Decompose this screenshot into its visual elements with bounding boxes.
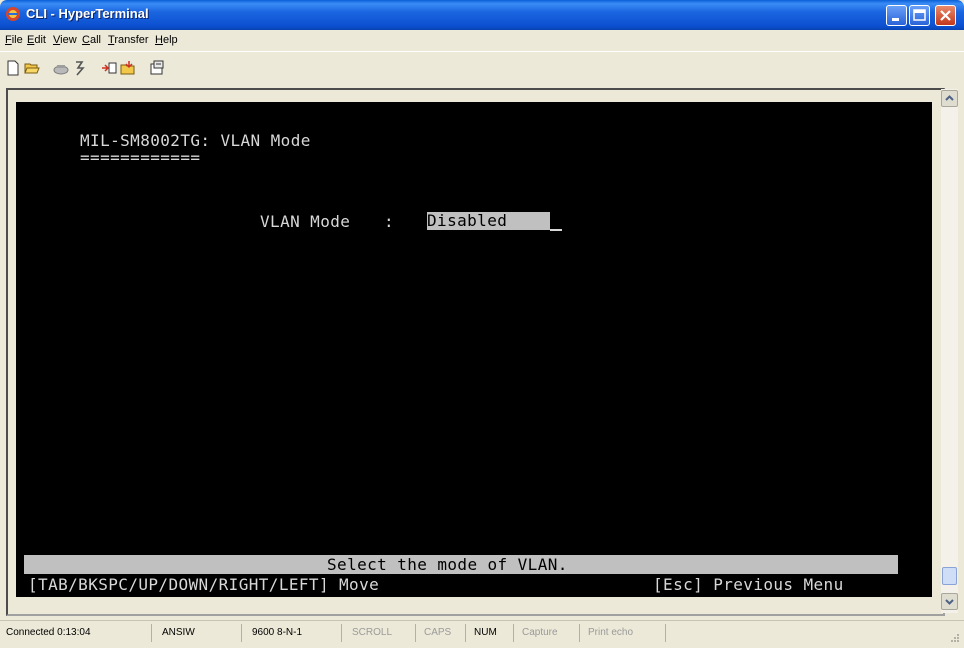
vertical-scrollbar[interactable]: [941, 89, 958, 613]
open-icon[interactable]: [24, 60, 40, 76]
terminal-hint: Select the mode of VLAN.: [327, 555, 568, 574]
menu-file[interactable]: File: [5, 34, 23, 46]
minimize-icon: [892, 18, 899, 21]
terminal-header-underline: ============: [80, 148, 201, 167]
vlan-mode-label: VLAN Mode: [260, 212, 351, 231]
status-settings: 9600 8-N-1: [248, 624, 342, 642]
menu-bar: File Edit View Call Transfer Help: [0, 30, 964, 51]
chevron-up-icon: [945, 95, 954, 101]
receive-icon[interactable]: [120, 60, 136, 76]
dial-icon[interactable]: [72, 60, 88, 76]
status-scroll: SCROLL: [348, 624, 416, 642]
vlan-mode-field[interactable]: Disabled: [427, 212, 550, 230]
title-bar[interactable]: CLI - HyperTerminal: [0, 0, 964, 30]
minimize-button[interactable]: [886, 5, 907, 26]
send-icon[interactable]: [101, 60, 117, 76]
status-emulation: ANSIW: [158, 624, 242, 642]
text-cursor: [550, 229, 562, 231]
maximize-button[interactable]: [909, 5, 930, 26]
menu-help[interactable]: Help: [155, 34, 178, 46]
status-connected: Connected 0:13:04: [2, 624, 152, 642]
terminal-keys-move: [TAB/BKSPC/UP/DOWN/RIGHT/LEFT] Move: [28, 575, 380, 594]
status-capture: Capture: [518, 624, 580, 642]
scroll-up-button[interactable]: [941, 90, 958, 107]
status-bar: Connected 0:13:04 ANSIW 9600 8-N-1 SCROL…: [0, 620, 964, 648]
menu-transfer[interactable]: Transfer: [108, 34, 149, 46]
close-button[interactable]: [935, 5, 956, 26]
chevron-down-icon: [945, 599, 954, 605]
new-icon[interactable]: [5, 60, 21, 76]
menu-view[interactable]: View: [53, 34, 77, 46]
disconnect-icon[interactable]: [53, 60, 69, 76]
status-print-echo: Print echo: [584, 624, 666, 642]
scroll-thumb[interactable]: [942, 567, 957, 585]
vlan-mode-separator: :: [384, 212, 395, 231]
resize-grip-icon[interactable]: [948, 633, 960, 645]
window-title: CLI - HyperTerminal: [26, 6, 149, 21]
menu-call[interactable]: Call: [82, 34, 101, 46]
scroll-down-button[interactable]: [941, 593, 958, 610]
menu-edit[interactable]: Edit: [27, 34, 46, 46]
maximize-icon: [913, 9, 926, 21]
close-icon: [940, 10, 951, 21]
status-caps: CAPS: [420, 624, 466, 642]
terminal-keys-esc: [Esc] Previous Menu: [653, 575, 844, 594]
hyperterminal-window: CLI - HyperTerminal File Edit View Call …: [0, 0, 964, 648]
status-num: NUM: [470, 624, 514, 642]
terminal-screen[interactable]: [16, 102, 932, 597]
toolbar: [0, 51, 964, 85]
properties-icon[interactable]: [149, 60, 165, 76]
hyperterminal-icon: [6, 7, 20, 21]
